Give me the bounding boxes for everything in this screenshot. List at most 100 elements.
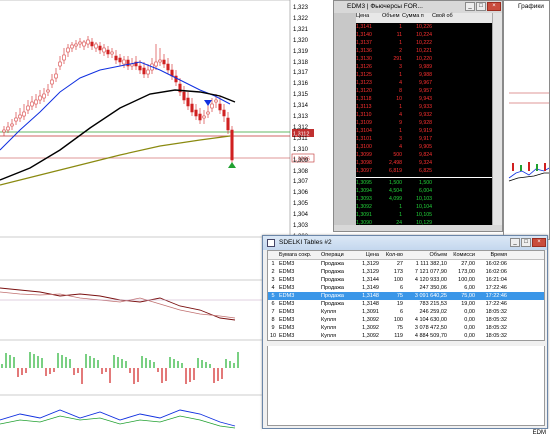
maximize-button[interactable]: □ (476, 2, 486, 11)
graph-window[interactable]: Графики (503, 0, 550, 240)
trade-row[interactable]: 10 EDM3 Купля 1,3092 119 4 884 509,70 0,00 18:0… (268, 332, 544, 340)
col-security[interactable]: Бумага сокр. (278, 251, 320, 259)
trades-minimize-button[interactable]: _ (510, 238, 520, 247)
candle-body (62, 54, 66, 61)
trades-close-button[interactable]: × (532, 238, 546, 247)
col-quantity[interactable]: Кол-во (380, 251, 404, 259)
candle-body (30, 101, 34, 107)
bottom-indicator-line-2 (0, 415, 236, 429)
graph-window-titlebar[interactable]: Графики (504, 1, 549, 13)
bid-row[interactable]: 1,3092 1 10,104 (356, 203, 492, 211)
ask-sum: 9,957 (419, 88, 432, 94)
ask-row[interactable]: 1,3110 4 9,932 (356, 111, 492, 119)
trade-row[interactable]: 5 EDM3 Продажа 1,3148 75 3 091 640,25 75,00 17:… (268, 292, 544, 300)
col-operation[interactable]: Операци (320, 251, 352, 259)
price-tick-label: 1,316 (293, 81, 309, 88)
candle-body (94, 43, 98, 49)
row-index: 9 (271, 325, 275, 331)
col-price[interactable]: Цена (352, 251, 380, 259)
close-button[interactable]: × (487, 2, 501, 11)
price-tick-label: 1,318 (293, 59, 309, 66)
bid-row[interactable]: 1,3093 4,099 10,103 (356, 195, 492, 203)
trades-table[interactable]: Бумага сокр. Операци Цена Кол-во Объем К… (267, 250, 545, 341)
col-index[interactable] (268, 251, 278, 259)
trade-row[interactable]: 8 EDM3 Купля 1,3092 100 4 104 630,00 0,00 18:05… (268, 316, 544, 324)
ask-sum: 10,222 (416, 40, 432, 46)
ask-row[interactable]: 1,3120 8 9,957 (356, 87, 492, 95)
trade-row[interactable]: 6 EDM3 Продажа 1,3148 19 783 215,53 19,00 17:22… (268, 300, 544, 308)
col-price[interactable]: Цена (356, 13, 382, 23)
trades-window-titlebar[interactable]: SDELKI Tables #2 _ □ × (263, 236, 547, 250)
ask-price: 1,3098 (356, 160, 372, 166)
ask-row[interactable]: 1,3126 3 9,989 (356, 63, 492, 71)
trade-row[interactable]: 1 EDM3 Продажа 1,3129 27 1 111 382,10 27,00 16:… (268, 260, 544, 268)
ask-row[interactable]: 1,3098 2,498 9,324 (356, 159, 492, 167)
price-tick-label: 1,307 (293, 179, 309, 186)
ask-volume: 291 (393, 56, 402, 62)
col-commission[interactable]: Комисси (448, 251, 476, 259)
row-volume: 7 121 077,90 (414, 269, 447, 275)
trade-row[interactable]: 9 EDM3 Купля 1,3092 75 3 078 472,50 0,00 18:05:… (268, 324, 544, 332)
ask-volume: 4 (399, 144, 402, 150)
trade-row[interactable]: 3 EDM3 Продажа 1,3144 100 4 120 933,00 100,00 1… (268, 276, 544, 284)
ask-sum: 9,989 (419, 64, 432, 70)
ask-row[interactable]: 1,3137 1 10,222 (356, 39, 492, 47)
minimize-button[interactable]: _ (465, 2, 475, 11)
col-own[interactable]: Свой об (432, 13, 462, 23)
bid-row[interactable]: 1,3090 24 10,129 (356, 219, 492, 227)
col-volume[interactable]: Объем (382, 13, 402, 23)
candle-body (182, 91, 186, 101)
ask-row[interactable]: 1,3101 3 9,917 (356, 135, 492, 143)
ask-row[interactable]: 1,3123 4 9,967 (356, 79, 492, 87)
ask-row[interactable]: 1,3130 291 10,220 (356, 55, 492, 63)
orderbook-body[interactable]: 1,3141 1 10,226 1,3140 11 10,224 1,3137 1 10,222… (356, 23, 492, 227)
col-time[interactable]: Время (476, 251, 508, 259)
candle-body (214, 99, 218, 103)
futures-orderbook-window[interactable]: EDM3 | Фьючерсы FOR... _ □ × Цена Объем … (333, 0, 503, 232)
candle-body (34, 99, 38, 105)
price-tick-label: 1,306 (293, 190, 309, 197)
trade-row[interactable]: 7 EDM3 Купля 1,3091 6 246 259,02 0,00 18:05:32 (268, 308, 544, 316)
trades-window[interactable]: SDELKI Tables #2 _ □ × Бумага сокр. Опер… (262, 235, 548, 429)
ask-row[interactable]: 1,3097 6,819 6,825 (356, 167, 492, 175)
ask-row[interactable]: 1,3113 1 9,933 (356, 103, 492, 111)
candle-body (138, 65, 142, 71)
trade-row[interactable]: 2 EDM3 Продажа 1,3129 173 7 121 077,90 173,00 1… (268, 268, 544, 276)
ask-row[interactable]: 1,3104 1 9,919 (356, 127, 492, 135)
futures-window-titlebar[interactable]: EDM3 | Фьючерсы FOR... _ □ × (334, 1, 502, 13)
row-volume: 4 104 630,00 (414, 317, 447, 323)
ask-sum: 9,943 (419, 96, 432, 102)
bid-row[interactable]: 1,3091 1 10,105 (356, 211, 492, 219)
row-volume: 246 259,02 (419, 309, 447, 315)
ask-row[interactable]: 1,3140 11 10,224 (356, 31, 492, 39)
ask-row[interactable]: 1,3100 4 9,905 (356, 143, 492, 151)
bottom-strip: EDM (262, 429, 550, 439)
row-volume: 1 111 382,10 (415, 261, 447, 267)
candle-body (226, 117, 230, 131)
ask-price: 1,3118 (356, 96, 372, 102)
ask-row[interactable]: 1,3136 2 10,221 (356, 47, 492, 55)
col-sum[interactable]: Сумма п (402, 13, 432, 23)
ask-row[interactable]: 1,3125 1 9,988 (356, 71, 492, 79)
oscillator-line-1 (0, 287, 236, 321)
row-index: 4 (271, 285, 275, 291)
row-operation: Продажа (321, 269, 344, 275)
trade-row[interactable]: 4 EDM3 Продажа 1,3149 6 247 350,06 6,00 17:22:4… (268, 284, 544, 292)
candle-body (78, 41, 82, 45)
candle-body (110, 51, 114, 55)
ask-row[interactable]: 1,3141 1 10,226 (356, 23, 492, 31)
row-commission: 0,00 (464, 333, 475, 339)
price-tick-label: 1,309 (293, 157, 309, 164)
ask-row[interactable]: 1,3099 500 9,824 (356, 151, 492, 159)
price-tick-label: 1,305 (293, 201, 309, 208)
ask-price: 1,3130 (356, 56, 372, 62)
row-time: 17:22:46 (485, 285, 507, 291)
row-price: 1,3148 (362, 293, 379, 299)
trades-maximize-button[interactable]: □ (521, 238, 531, 247)
orderbook-scrollbar[interactable] (492, 13, 502, 225)
ask-row[interactable]: 1,3109 9 9,928 (356, 119, 492, 127)
ask-row[interactable]: 1,3118 10 9,943 (356, 95, 492, 103)
col-volume[interactable]: Объем (404, 251, 448, 259)
bid-row[interactable]: 1,3094 4,504 6,004 (356, 187, 492, 195)
bid-row[interactable]: 1,3095 1,500 1,500 (356, 179, 492, 187)
